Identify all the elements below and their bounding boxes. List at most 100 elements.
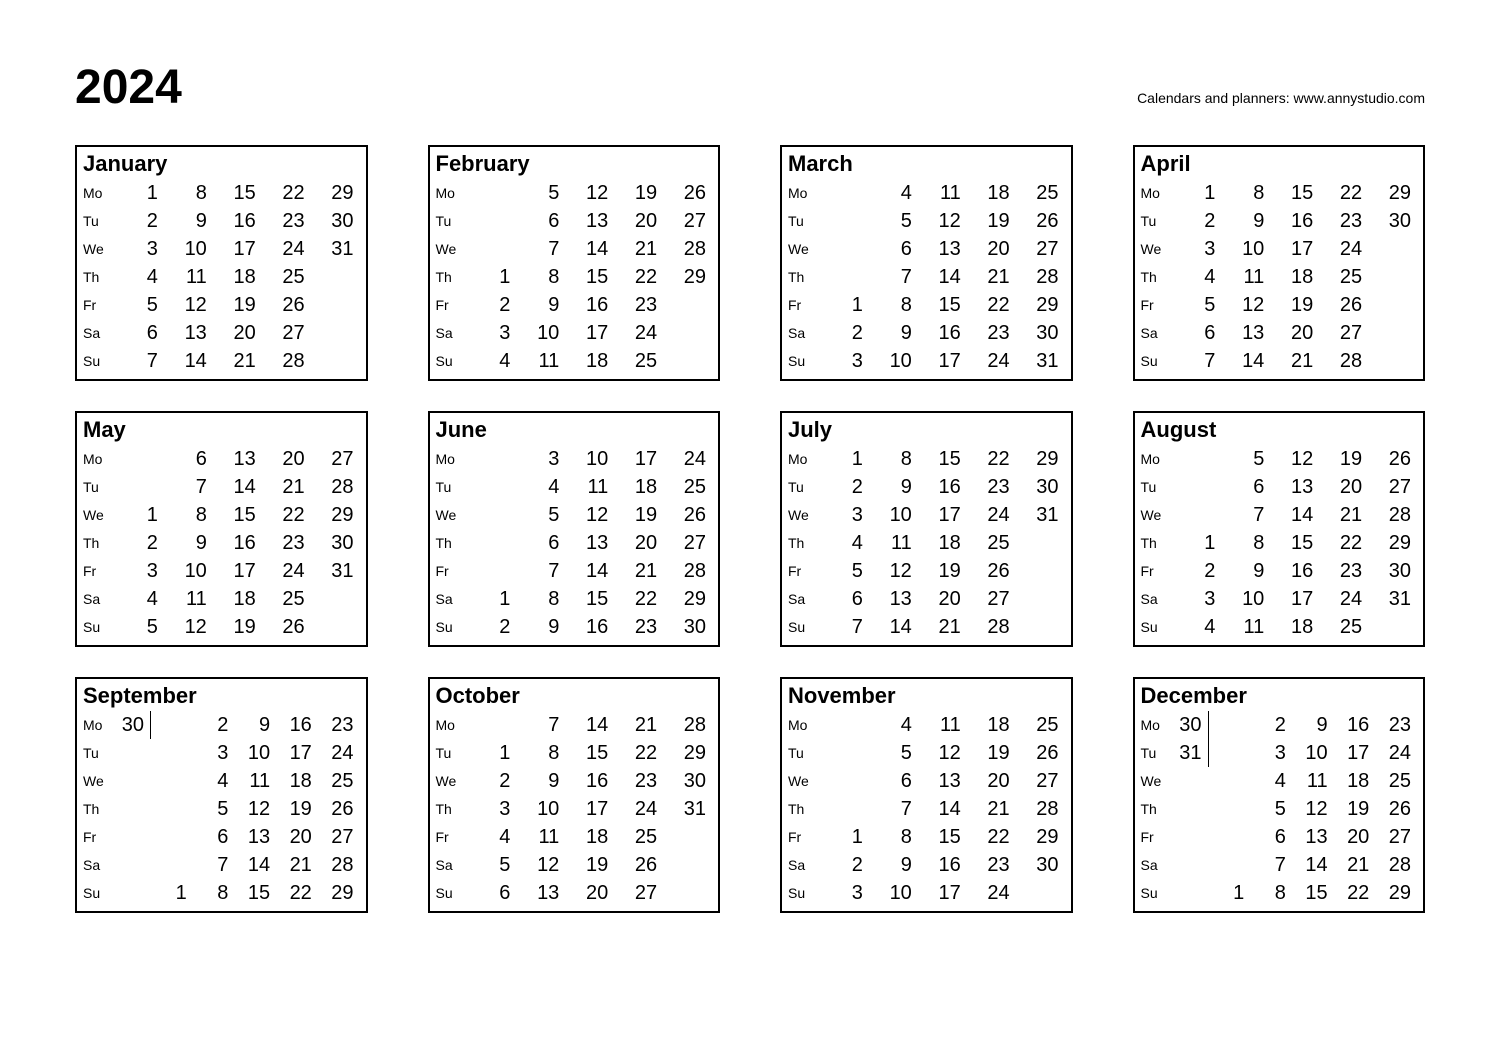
week: 20212223242526: [262, 445, 311, 641]
day-cell: 27: [1375, 823, 1417, 851]
day-label: Mo: [788, 711, 812, 739]
day-cell: 22: [1319, 179, 1368, 207]
day-cell: 30: [663, 767, 712, 795]
day-cell: 28: [663, 557, 712, 585]
day-cell: 13: [869, 585, 918, 613]
week: 891011121314: [869, 445, 918, 641]
day-label: We: [436, 767, 460, 795]
week: 252627282930: [1016, 711, 1065, 907]
day-cell: 16: [918, 473, 967, 501]
week: 12131415161718: [565, 179, 614, 375]
month-name: September: [77, 679, 366, 711]
month-may: MayMoTuWeThFrSaSu12345678910111213141516…: [75, 411, 368, 647]
month-january: JanuaryMoTuWeThFrSaSu1234567891011121314…: [75, 145, 368, 381]
day-cell: 25: [1016, 179, 1065, 207]
day-cell: 7: [115, 347, 164, 375]
day-cell: 11: [516, 823, 565, 851]
day-cell: 28: [1368, 501, 1417, 529]
day-cell: 11: [565, 473, 614, 501]
week: 25262728293031: [1016, 179, 1065, 375]
day-cell: 19: [967, 207, 1016, 235]
day-cell: 24: [967, 501, 1016, 529]
day-cell: 14: [565, 557, 614, 585]
day-cell: [1173, 851, 1209, 879]
day-cell: 20: [565, 879, 614, 907]
day-label: Fr: [788, 557, 812, 585]
day-cell: 29: [1016, 823, 1065, 851]
day-label: Fr: [436, 823, 460, 851]
day-cell: [468, 529, 517, 557]
day-label: Th: [1141, 263, 1165, 291]
day-cell: 5: [115, 613, 164, 641]
day-cell: 27: [1016, 235, 1065, 263]
day-label: Tu: [1141, 473, 1165, 501]
day-label: Tu: [788, 473, 812, 501]
day-cell: 18: [614, 473, 663, 501]
month-body: MoTuWeThFrSaSu12345678910111213141516171…: [430, 445, 719, 645]
day-cell: 4: [1250, 767, 1292, 795]
day-cell: 30: [1016, 319, 1065, 347]
day-cell: 29: [1016, 445, 1065, 473]
day-cell: 1: [468, 739, 517, 767]
day-cell: 15: [918, 291, 967, 319]
week: 9101112131415: [1292, 711, 1334, 907]
day-cell: 25: [1016, 711, 1065, 739]
day-cell: 4: [820, 529, 869, 557]
day-cell: 20: [967, 767, 1016, 795]
day-cell: 4: [193, 767, 235, 795]
day-cell: 26: [967, 557, 1016, 585]
day-label: Sa: [436, 851, 460, 879]
day-label: Sa: [436, 319, 460, 347]
day-cell: [151, 795, 193, 823]
day-cell: [1016, 529, 1065, 557]
day-cell: 3: [516, 445, 565, 473]
day-cell: 17: [1334, 739, 1376, 767]
day-cell: 20: [1334, 823, 1376, 851]
day-label: Mo: [83, 711, 107, 739]
day-cell: 15: [213, 179, 262, 207]
day-cell: 11: [1292, 767, 1334, 795]
day-cell: 12: [1292, 795, 1334, 823]
day-label: Th: [83, 263, 107, 291]
day-cell: 10: [565, 445, 614, 473]
day-cell: 30: [1368, 207, 1417, 235]
day-cell: 11: [516, 347, 565, 375]
day-cell: 2: [468, 767, 517, 795]
day-cell: 19: [918, 557, 967, 585]
day-cell: 4: [516, 473, 565, 501]
month-name: June: [430, 413, 719, 445]
day-cell: 27: [1319, 319, 1368, 347]
day-cell: [663, 319, 712, 347]
day-cell: 7: [820, 613, 869, 641]
day-cell: 28: [1016, 795, 1065, 823]
day-cell: 18: [213, 585, 262, 613]
day-label: Sa: [436, 585, 460, 613]
day-cell: 26: [318, 795, 360, 823]
day-cell: 20: [262, 445, 311, 473]
day-cell: 31: [1016, 501, 1065, 529]
day-cell: 24: [1319, 235, 1368, 263]
day-cell: [115, 445, 164, 473]
day-cell: 26: [614, 851, 663, 879]
day-cell: 7: [516, 557, 565, 585]
day-cell: 30: [311, 207, 360, 235]
day-cell: 3: [820, 879, 869, 907]
day-cell: [1368, 263, 1417, 291]
day-cell: 10: [234, 739, 276, 767]
day-label: Tu: [1141, 207, 1165, 235]
day-cell: 19: [565, 851, 614, 879]
day-cell: 10: [1221, 585, 1270, 613]
month-september: SeptemberMoTuWeThFrSaSu30123456789101112…: [75, 677, 368, 913]
day-cell: 6: [164, 445, 213, 473]
day-cell: 25: [262, 263, 311, 291]
month-body: MoTuWeThFrSaSu12345678910111213141516171…: [782, 179, 1071, 379]
month-august: AugustMoTuWeThFrSaSu12345678910111213141…: [1133, 411, 1426, 647]
day-cell: 5: [468, 851, 517, 879]
day-cell: 15: [565, 585, 614, 613]
day-label: Mo: [788, 179, 812, 207]
day-cell: 13: [1292, 823, 1334, 851]
week: 3456789: [516, 445, 565, 641]
day-cell: 6: [516, 529, 565, 557]
day-cell: 26: [1016, 739, 1065, 767]
day-cell: [1173, 823, 1209, 851]
